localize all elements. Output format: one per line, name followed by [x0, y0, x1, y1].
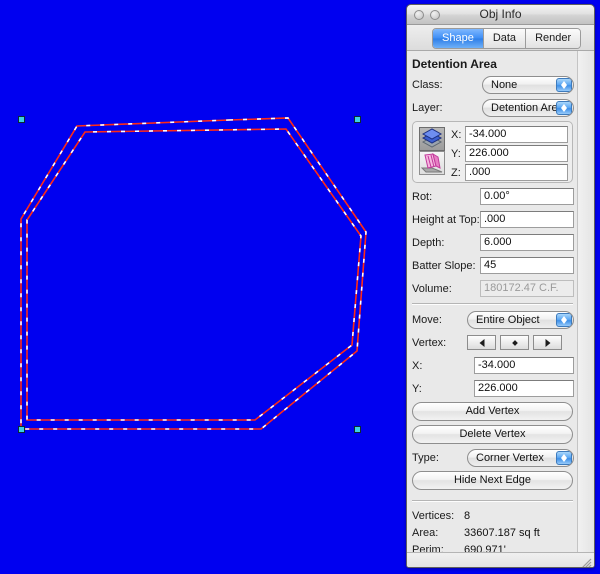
drawing-canvas[interactable] [0, 0, 406, 574]
batter-slope-label: Batter Slope: [412, 259, 476, 272]
perim-stat: Perim: 690.971' [412, 544, 579, 553]
window-title: Obj Info [479, 7, 522, 21]
tab-group: Shape Data Render [432, 28, 582, 49]
current-vertex-button[interactable] [500, 335, 529, 350]
class-label: Class: [412, 78, 443, 91]
tab-shape[interactable]: Shape [433, 29, 484, 48]
vertex-x-row: X: -34.000 [412, 356, 579, 375]
app-root: Obj Info Shape Data Render Detention Are… [0, 0, 600, 574]
inner-polygon-stroke [26, 128, 362, 421]
type-value: Corner Vertex [476, 451, 544, 464]
coord-x-row: X: -34.000 [451, 126, 568, 143]
volume-row: Volume: 180172.47 C.F. [412, 279, 579, 298]
move-label: Move: [412, 313, 442, 326]
hide-next-edge-button[interactable]: Hide Next Edge [412, 471, 573, 490]
shape-panel-content: Detention Area Class: None Layer: Detent… [407, 51, 580, 552]
coord-z-label: Z: [451, 166, 461, 179]
selection-handle-0[interactable] [18, 116, 25, 123]
move-popup[interactable]: Entire Object [467, 310, 574, 329]
selection-handle-2[interactable] [18, 426, 25, 433]
vertex-y-row: Y: 226.000 [412, 379, 579, 398]
layer-label: Layer: [412, 101, 443, 114]
vertex-row: Vertex: [412, 333, 579, 352]
area-value: 33607.187 sq ft [464, 527, 540, 539]
perim-label: Perim: [412, 544, 444, 553]
selection-handle-3[interactable] [354, 426, 361, 433]
move-value: Entire Object [476, 313, 540, 326]
chevron-updown-icon [556, 312, 572, 327]
tab-bar: Shape Data Render [407, 25, 594, 51]
rot-row: Rot: 0.00° [412, 187, 579, 206]
volume-label: Volume: [412, 282, 452, 295]
vertical-scrollbar[interactable] [577, 51, 594, 552]
vertices-value: 8 [464, 510, 471, 522]
coord-z-input[interactable]: .000 [465, 164, 568, 181]
triangle-right-icon [545, 338, 550, 347]
vertex-x-input[interactable]: -34.000 [474, 357, 574, 374]
layer-value: Detention Area [491, 101, 564, 114]
rot-input[interactable]: 0.00° [480, 188, 574, 205]
type-row: Type: Corner Vertex [412, 448, 579, 467]
depth-row: Depth: 6.000 [412, 233, 579, 252]
vertex-label: Vertex: [412, 336, 447, 349]
area-label: Area: [412, 527, 439, 539]
selection-handle-1[interactable] [354, 116, 361, 123]
diamond-icon [511, 339, 518, 346]
divider [412, 303, 573, 305]
outer-polygon-dash [20, 117, 367, 430]
area-stat: Area: 33607.187 sq ft [412, 527, 579, 539]
prev-vertex-button[interactable] [467, 335, 496, 350]
type-label: Type: [412, 451, 439, 464]
perim-value: 690.971' [464, 544, 506, 553]
coord-z-row: Z: .000 [451, 164, 568, 181]
add-vertex-button[interactable]: Add Vertex [412, 402, 573, 421]
divider [412, 500, 573, 502]
page-title: Detention Area [412, 57, 497, 71]
next-vertex-button[interactable] [533, 335, 562, 350]
delete-vertex-button[interactable]: Delete Vertex [412, 425, 573, 444]
batter-slope-row: Batter Slope: 45 [412, 256, 579, 275]
polygon-drawing [20, 117, 367, 430]
obj-info-window: Obj Info Shape Data Render Detention Are… [406, 4, 595, 568]
vertex-y-label: Y: [412, 382, 422, 395]
shape-panel: Detention Area Class: None Layer: Detent… [407, 51, 594, 553]
depth-label: Depth: [412, 236, 445, 249]
tab-render[interactable]: Render [526, 29, 581, 48]
window-footer [407, 553, 594, 568]
volume-value: 180172.47 C.F. [480, 280, 574, 297]
window-titlebar[interactable]: Obj Info [407, 5, 594, 25]
chevron-updown-icon [556, 100, 572, 115]
coord-y-input[interactable]: 226.000 [465, 145, 568, 162]
plane-mode-icon[interactable] [419, 127, 445, 151]
batter-slope-input[interactable]: 45 [480, 257, 574, 274]
tab-data[interactable]: Data [483, 29, 527, 48]
chevron-updown-icon [556, 77, 572, 92]
height-at-top-row: Height at Top: .000 [412, 210, 579, 229]
solid-mode-icon[interactable] [419, 151, 445, 175]
height-at-top-label: Height at Top: [412, 213, 480, 226]
coordinate-group: X: -34.000 Y: 226.000 Z: .000 [412, 121, 573, 183]
layer-row: Layer: Detention Area [412, 98, 579, 117]
vertices-stat: Vertices: 8 [412, 510, 579, 522]
coord-y-row: Y: 226.000 [451, 145, 568, 162]
coord-x-input[interactable]: -34.000 [465, 126, 568, 143]
rot-label: Rot: [412, 190, 433, 203]
vertex-y-input[interactable]: 226.000 [474, 380, 574, 397]
type-popup[interactable]: Corner Vertex [467, 448, 574, 467]
coord-x-label: X: [451, 128, 462, 141]
vertices-label: Vertices: [412, 510, 455, 522]
layer-popup[interactable]: Detention Area [482, 98, 574, 117]
class-row: Class: None [412, 75, 579, 94]
resize-grip-icon[interactable] [578, 556, 592, 568]
coord-y-label: Y: [451, 147, 461, 160]
vertex-x-label: X: [412, 359, 423, 372]
move-row: Move: Entire Object [412, 310, 579, 329]
chevron-updown-icon [556, 450, 572, 465]
class-popup[interactable]: None [482, 75, 574, 94]
triangle-left-icon [479, 338, 484, 347]
height-at-top-input[interactable]: .000 [480, 211, 574, 228]
depth-input[interactable]: 6.000 [480, 234, 574, 251]
class-value: None [491, 78, 518, 91]
outer-polygon-stroke [20, 117, 367, 430]
